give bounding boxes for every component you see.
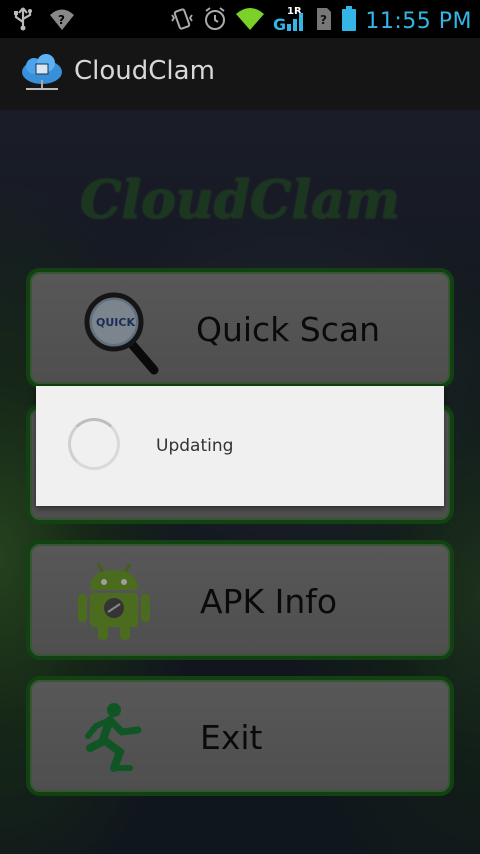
clock-time: 11:55 PM xyxy=(365,8,472,34)
cloud-computer-icon[interactable] xyxy=(20,54,64,98)
svg-text:?: ? xyxy=(320,13,327,27)
usb-icon xyxy=(12,6,34,36)
app-title: CloudClam xyxy=(74,56,215,86)
sim-unknown-icon: ? xyxy=(315,6,333,36)
wifi-icon xyxy=(235,6,265,36)
signal-icon: G 1R xyxy=(273,4,307,38)
action-bar: CloudClam xyxy=(0,38,480,111)
progress-spinner-icon xyxy=(68,418,120,470)
svg-text:?: ? xyxy=(58,13,65,27)
alarm-icon xyxy=(203,6,227,36)
battery-icon xyxy=(341,5,357,37)
progress-dialog: Updating xyxy=(36,386,444,506)
status-bar: ? G 1R ? 11:55 PM xyxy=(0,0,480,38)
progress-message: Updating xyxy=(156,436,234,456)
svg-text:G: G xyxy=(273,15,286,34)
vibrate-icon xyxy=(169,6,195,36)
wifi-question-icon: ? xyxy=(48,6,76,36)
